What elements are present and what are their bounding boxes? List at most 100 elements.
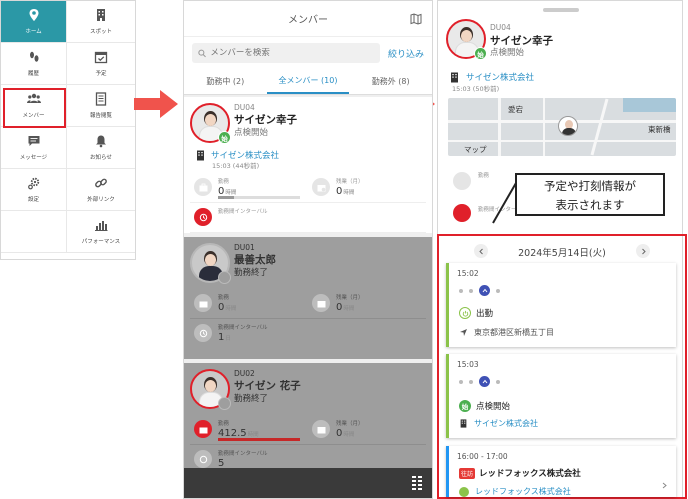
member-card[interactable]: 始 DU04 サイゼン幸子 点検開始 サイゼン株式会社 15:03 (44秒前)… [184,97,432,233]
event-company[interactable]: レッドフォックス株式会社 [459,486,571,497]
member-id: DU01 [234,243,255,252]
stat-value: 0時間 [336,428,355,439]
tab-off-duty[interactable]: 勤務外 (8) [349,69,432,94]
member-status: 点検開始 [490,48,525,58]
callout-pointer [492,182,517,224]
tab-on-duty[interactable]: 勤務中 (2) [184,69,267,94]
drag-handle[interactable] [543,8,579,12]
member-list-panel: メンバー 絞り込み 勤務中 (2) 全メンバー (10) 勤務外 (8) 始 D… [183,0,433,499]
event-title: 往訪 レッドフォックス株式会社 [459,467,581,479]
interval-stat: 勤務間インターバル [190,203,308,233]
callout-annotation: 予定や打刻情報が 表示されます [515,173,665,216]
briefcase-icon [194,420,212,438]
menu-item-label: 履歴 [27,71,39,77]
menu-item-label: 設定 [27,197,39,203]
member-stats: 勤務 0時間 残業（月） 0時間 勤務間インターバル 1日 [184,289,432,349]
briefcase-icon [194,178,212,196]
start-badge: 始 [459,400,471,412]
member-stats: 勤務 0時間 残業（月） 0時間 勤務間インターバル [184,173,432,233]
event-dots [459,285,506,296]
status-badge: 始 [474,47,487,60]
event-dots [459,376,506,387]
menu-item-schedule[interactable]: 予定 [67,43,135,85]
building-icon [97,9,105,21]
tab-all-members[interactable]: 全メンバー (10) [266,69,350,94]
interval-stat: 勤務間インターバル 1日 [190,319,308,349]
stat-label: 勤務 [218,179,230,185]
work-progress-bar [218,438,300,441]
stat-label: 残業（月） [336,295,364,301]
map-icon[interactable] [410,13,422,25]
stat-label: 残業（月） [336,421,364,427]
clock-icon [194,324,212,342]
menu-item-notice[interactable]: お知らせ [67,127,135,169]
menu-item-history[interactable]: 履歴 [1,43,67,85]
building-icon [460,419,467,428]
menu-item-report[interactable]: 報告閲覧 [67,85,135,127]
member-menu-highlight [3,88,66,128]
menu-item-performance[interactable]: パフォーマンス [67,211,135,253]
calendar-icon [94,51,108,64]
menu-item-label: メッセージ [19,155,48,161]
map-label: 愛宕 [508,105,523,114]
chevron-right-icon [662,482,667,489]
event-company[interactable]: サイゼン株式会社 [459,418,538,429]
member-card-header: 始 DU04 サイゼン幸子 点検開始 [184,97,432,149]
member-id: DU04 [490,23,511,32]
arrow-up-icon [479,376,490,387]
next-day-button[interactable] [636,244,650,258]
menu-item-label: ホーム [25,29,42,35]
menu-item-label: スポット [89,29,112,35]
menu-item-home[interactable]: ホーム [1,1,67,43]
building-icon [451,72,458,83]
clock-icon [194,208,212,226]
overtime-stat: 残業（月） 0時間 [308,289,426,319]
menu-item-external-link[interactable]: 外部リンク [67,169,135,211]
link-icon [95,178,107,188]
company-name[interactable]: サイゼン株式会社 [466,71,534,83]
member-search-input[interactable] [210,48,374,58]
chevron-left-icon [478,248,483,254]
company-row[interactable]: サイゼン株式会社 15:03 (44秒前) [184,149,432,173]
overtime-icon [312,420,330,438]
timeline-event[interactable]: 16:00 - 17:00 往訪 レッドフォックス株式会社 レッドフォックス株式… [446,446,676,497]
filter-button[interactable]: 絞り込み [388,47,424,60]
arrow-up-icon [479,285,490,296]
menu-item-settings[interactable]: 設定 [1,169,67,211]
footprints-icon [29,51,38,62]
chart-icon [95,221,108,231]
member-name: サイゼン 花子 [234,380,301,392]
menu-item-message[interactable]: メッセージ [1,127,67,169]
member-name: 最善太郎 [234,254,276,266]
grid-menu-icon[interactable] [412,476,424,490]
menu-item-spot[interactable]: スポット [67,1,135,43]
member-location-pin[interactable] [558,116,578,136]
stat-label: 勤務 [218,295,230,301]
gear-icon [27,177,39,190]
stat-value: 0時間 [336,186,355,197]
member-card[interactable]: DU01 最善太郎 勤務終了 勤務 0時間 残業（月） 0時間 勤務間インターバ… [184,237,432,359]
timeline-event[interactable]: 15:03 始 点検開始 サイゼン株式会社 [446,354,676,438]
stat-label: 勤務間インターバル [218,451,268,457]
stat-label: 勤務 [218,421,230,427]
briefcase-icon [194,294,212,312]
stat-label: 残業（月） [336,179,364,185]
menu-item-label: 外部リンク [87,197,115,203]
stat-value: 0時間 [218,302,237,313]
building-icon [197,150,204,161]
member-status: 勤務終了 [234,268,269,278]
clock-icon [194,450,212,468]
arrow-right-icon [132,88,180,120]
company-time: 15:03 (44秒前) [212,162,260,170]
stat-empty [308,203,426,233]
bell-icon [96,135,106,148]
member-status: 点検開始 [234,128,269,138]
stat-value: 0時間 [336,302,355,313]
prev-day-button[interactable] [474,244,488,258]
member-status: 勤務終了 [234,394,269,404]
stat-label: 勤務 [478,173,490,179]
stat-label: 勤務間インターバル [218,325,268,331]
power-icon [459,307,471,319]
map-preview[interactable]: 愛宕 東新橋 マップ [448,98,676,156]
timeline-event[interactable]: 15:02 出勤 東京都港区新橋五丁目 [446,263,676,347]
